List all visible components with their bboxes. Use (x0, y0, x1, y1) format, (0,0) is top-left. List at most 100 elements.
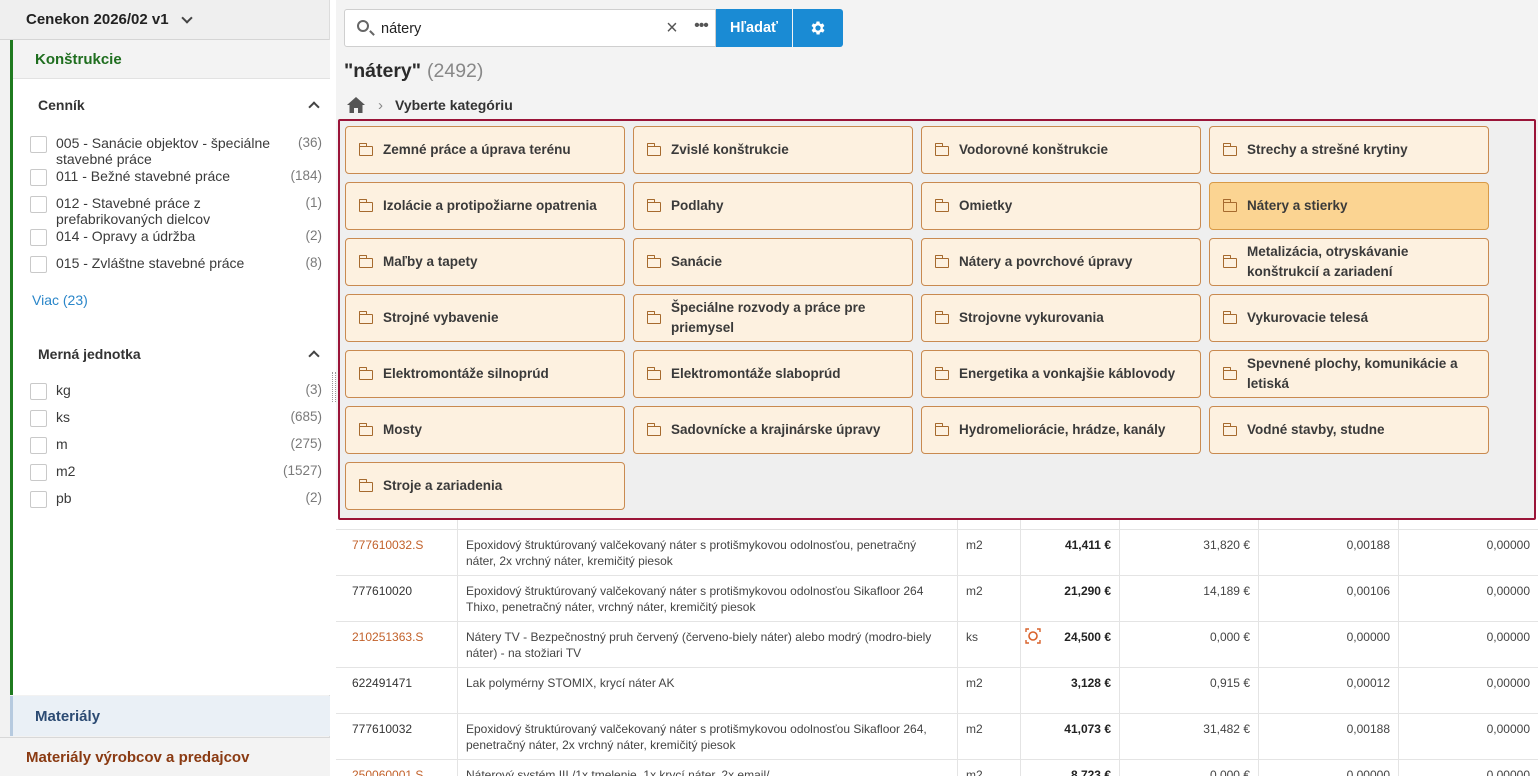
category-button[interactable]: Spevnené plochy, komunikácie a letiská (1209, 350, 1489, 398)
table-row[interactable]: 250060001.S Náterový systém III /1x tmele… (336, 760, 1538, 776)
checkbox[interactable] (30, 383, 47, 400)
folder-icon (358, 423, 373, 436)
item-price: 24,500 € (1047, 622, 1120, 667)
category-button[interactable]: Omietky (921, 182, 1201, 230)
category-button[interactable]: Maľby a tapety (345, 238, 625, 286)
item-value-2: 0,00000 (1259, 622, 1399, 667)
category-button[interactable]: Zvislé konštrukcie (633, 126, 913, 174)
facet-item[interactable]: 012 - Stavebné práce z prefabrikovaných … (13, 195, 330, 228)
category-button[interactable]: Hydromeliorácie, hrádze, kanály (921, 406, 1201, 454)
category-button[interactable]: Vodorovné konštrukcie (921, 126, 1201, 174)
checkbox[interactable] (30, 256, 47, 273)
category-button[interactable]: Zemné práce a úprava terénu (345, 126, 625, 174)
category-button[interactable]: Stroje a zariadenia (345, 462, 625, 510)
item-code[interactable]: 777610032.S (336, 530, 458, 575)
home-icon[interactable] (346, 96, 366, 114)
facet-item[interactable]: ks (685) (13, 409, 330, 436)
facet-header-cennik[interactable]: Cenník (13, 91, 330, 119)
item-unit: m2 (958, 576, 1021, 621)
category-label: Zemné práce a úprava terénu (383, 142, 571, 157)
table-row[interactable]: 622491471 Lak polymérny STOMIX, krycí nát… (336, 668, 1538, 714)
checkbox[interactable] (30, 169, 47, 186)
item-code[interactable]: 210251363.S (336, 622, 458, 667)
item-unit: ks (958, 622, 1021, 667)
facet-header-merna-jednotka[interactable]: Merná jednotka (13, 340, 330, 368)
facet-item[interactable]: pb (2) (13, 490, 330, 517)
checkbox[interactable] (30, 196, 47, 213)
category-button[interactable]: Vodné stavby, studne (1209, 406, 1489, 454)
close-icon[interactable]: × (663, 18, 681, 38)
facet-item[interactable]: kg (3) (13, 382, 330, 409)
item-description: Epoxidový štruktúrovaný valčekovaný náte… (458, 714, 958, 759)
category-button[interactable]: Mosty (345, 406, 625, 454)
facet-item-count: (685) (290, 409, 322, 424)
category-button[interactable]: Metalizácia, otryskávanie konštrukcií a … (1209, 238, 1489, 286)
facet-item-label: 011 - Bežné stavebné práce (56, 168, 231, 184)
catalog-selector[interactable]: Cenekon 2026/02 v1 (0, 0, 329, 40)
section-konstrukcie[interactable]: Konštrukcie (13, 40, 330, 79)
category-button[interactable]: Vykurovacie telesá (1209, 294, 1489, 342)
checkbox[interactable] (30, 464, 47, 481)
facet-item-count: (3) (305, 382, 323, 397)
item-flag (1021, 622, 1047, 667)
category-button[interactable]: Strojovne vykurovania (921, 294, 1201, 342)
facet-item[interactable]: 014 - Opravy a údržba (2) (13, 228, 330, 255)
folder-icon (1222, 143, 1237, 156)
item-code[interactable]: 250060001.S (336, 760, 458, 776)
checkbox[interactable] (30, 410, 47, 427)
category-label: Sanácie (671, 254, 723, 269)
table-row[interactable]: 210251363.S Nátery TV - Bezpečnostný pruh… (336, 622, 1538, 668)
facet-item[interactable]: m (275) (13, 436, 330, 463)
checkbox[interactable] (30, 229, 47, 246)
category-button[interactable]: Energetika a vonkajšie káblovody (921, 350, 1201, 398)
checkbox[interactable] (30, 136, 47, 153)
item-value-1: 0,000 € (1120, 760, 1259, 776)
category-button[interactable]: Strojné vybavenie (345, 294, 625, 342)
facet-item-count: (1) (305, 195, 323, 210)
category-button[interactable]: Elektromontáže slaboprúd (633, 350, 913, 398)
category-button[interactable]: Izolácie a protipožiarne opatrenia (345, 182, 625, 230)
category-picker: Zemné práce a úprava terénu Zvislé konštr… (338, 119, 1536, 520)
chevron-up-icon[interactable] (308, 101, 320, 113)
category-label: Stroje a zariadenia (383, 478, 503, 493)
table-row[interactable]: 777610032.S Epoxidový štruktúrovaný valče… (336, 530, 1538, 576)
section-materialy[interactable]: Materiály (10, 696, 330, 736)
category-button[interactable]: Sadovnícke a krajinárske úpravy (633, 406, 913, 454)
item-value-3: 0,00000 (1486, 676, 1530, 690)
search-button[interactable]: Hľadať (716, 9, 792, 47)
category-label: Energetika a vonkajšie káblovody (959, 366, 1176, 381)
chevron-up-icon[interactable] (308, 350, 320, 362)
more-icon[interactable]: ••• (691, 16, 711, 36)
facet-item[interactable]: 011 - Bežné stavebné práce (184) (13, 168, 330, 195)
section-materialy-vyrobcov[interactable]: Materiály výrobcov a predajcov (0, 737, 330, 776)
category-button[interactable]: Nátery a povrchové úpravy (921, 238, 1201, 286)
category-button[interactable]: Špeciálne rozvody a práce pre priemysel (633, 294, 913, 342)
item-value-1: 31,482 € (1120, 714, 1259, 759)
table-row[interactable]: 777610020 Epoxidový štruktúrovaný valčeko… (336, 576, 1538, 622)
item-value-2: 0,00012 (1259, 668, 1399, 713)
item-unit: m2 (958, 668, 1021, 713)
category-button[interactable]: Podlahy (633, 182, 913, 230)
category-button[interactable]: Sanácie (633, 238, 913, 286)
search-input[interactable] (381, 18, 651, 40)
category-button[interactable]: Elektromontáže silnoprúd (345, 350, 625, 398)
facet-item-count: (275) (290, 436, 322, 451)
table-row[interactable]: 777610032 Epoxidový štruktúrovaný valčeko… (336, 714, 1538, 760)
facet-item[interactable]: 015 - Zvláštne stavebné práce (8) (13, 255, 330, 288)
category-label: Nátery a stierky (1247, 198, 1348, 213)
category-label: Mosty (383, 422, 423, 437)
category-button[interactable]: Strechy a strešné krytiny (1209, 126, 1489, 174)
category-button[interactable]: Nátery a stierky (1209, 182, 1489, 230)
facet-item[interactable]: m2 (1527) (13, 463, 330, 490)
settings-button[interactable] (793, 9, 843, 47)
chevron-down-icon (180, 11, 193, 24)
facet-title: Merná jednotka (38, 346, 141, 362)
checkbox[interactable] (30, 491, 47, 508)
checkbox[interactable] (30, 437, 47, 454)
category-label: Omietky (959, 198, 1013, 213)
facet-item[interactable]: 005 - Sanácie objektov - špeciálne stave… (13, 135, 330, 168)
item-value-3: 0,00000 (1486, 538, 1530, 552)
facet-item-count: (8) (305, 255, 323, 270)
more-link[interactable]: Viac (23) (13, 292, 330, 308)
folder-icon (358, 367, 373, 380)
